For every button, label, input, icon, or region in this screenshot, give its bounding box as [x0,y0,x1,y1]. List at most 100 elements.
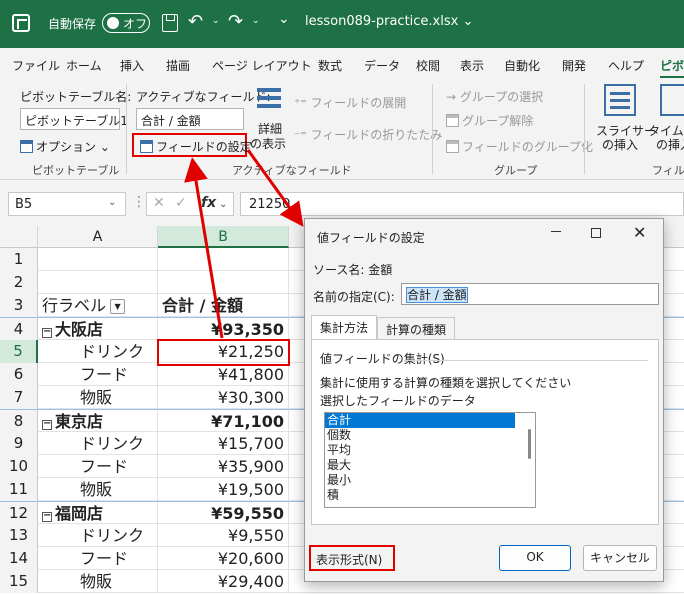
ungroup-button[interactable]: グループ解除 [446,112,533,129]
select-all-corner[interactable] [0,226,38,248]
row-header[interactable]: 6 [0,363,38,386]
row-header[interactable]: 10 [0,455,38,478]
tab-help[interactable]: ヘルプ [608,57,644,74]
cell-b[interactable]: ¥19,500 [158,478,289,501]
cell-b[interactable]: ¥15,700 [158,432,289,455]
maximize-icon[interactable] [591,228,601,238]
cell-b[interactable]: ¥29,400 [158,570,289,593]
cancel-button[interactable]: キャンセル [583,545,657,571]
row-header[interactable]: 14 [0,547,38,570]
tab-summarize-by[interactable]: 集計方法 [311,315,378,339]
show-detail-label-2[interactable]: の表示 [250,135,286,152]
list-item[interactable]: 個数 [325,428,535,443]
row-header[interactable]: 1 [0,248,38,271]
cell-b[interactable]: ¥93,350 [158,318,289,341]
list-item[interactable]: 積 [325,488,535,503]
row-header[interactable]: 8 [0,410,38,433]
row-header[interactable]: 12 [0,502,38,525]
collapse-icon[interactable]: − [42,419,52,430]
active-field-input[interactable]: 合計 / 金額 [136,108,244,130]
number-format-button[interactable]: 表示形式(N) [309,545,395,571]
cell-b[interactable] [158,248,289,271]
cell-b[interactable]: ¥71,100 [158,410,289,433]
cell-a[interactable]: − 大阪店 [38,318,158,341]
cell-b[interactable]: ¥30,300 [158,386,289,409]
collapse-icon[interactable]: − [42,327,52,338]
row-header[interactable]: 15 [0,570,38,593]
cell-a[interactable]: − 福岡店 [38,502,158,525]
insert-function-icon[interactable]: fx [201,195,216,211]
redo-icon[interactable]: ↷ [228,11,243,32]
function-list[interactable]: 合計 個数 平均 最大 最小 積 [324,412,536,508]
cell-a[interactable]: 物販 [38,570,158,593]
cell-a[interactable]: フード [38,455,158,478]
tab-home[interactable]: ホーム [66,57,102,74]
group-selection-button[interactable]: → グループの選択 [446,88,543,105]
undo-icon[interactable]: ↶ [188,11,203,32]
tab-view[interactable]: 表示 [460,57,484,74]
show-detail-icon[interactable] [257,86,281,116]
collapse-icon[interactable]: − [42,511,52,522]
collapse-field-button[interactable]: ⁻⁼ フィールドの折りたたみ [294,126,442,143]
row-header[interactable]: 9 [0,432,38,455]
list-item[interactable]: 最小 [325,473,535,488]
tab-draw[interactable]: 描画 [166,57,190,74]
cell-b[interactable]: ¥59,550 [158,502,289,525]
cell-b[interactable]: ¥9,550 [158,524,289,547]
cell-b[interactable]: ¥20,600 [158,547,289,570]
chevron-down-icon[interactable]: ⌄ [252,16,260,26]
list-item[interactable]: 最大 [325,458,535,473]
cell-a[interactable]: フード [38,363,158,386]
cell-a[interactable] [38,271,158,294]
cancel-icon[interactable]: ✕ [153,195,165,211]
custom-name-input[interactable]: 合計 / 金額 [401,283,659,305]
column-header-b[interactable]: B [158,226,289,248]
chevron-down-icon[interactable]: ⌄ [108,197,116,208]
tab-insert[interactable]: 挿入 [120,57,144,74]
row-header[interactable]: 5 [0,340,38,363]
cell-a[interactable]: 物販 [38,478,158,501]
cell-a[interactable]: ドリンク [38,524,158,547]
pivot-name-input[interactable]: ピボットテーブル1 [20,108,128,130]
list-scrollbar[interactable] [528,429,531,459]
group-field-button[interactable]: フィールドのグループ化 [446,138,593,155]
expand-field-button[interactable]: ⁺⁼ フィールドの展開 [294,94,406,111]
cell-a[interactable]: フード [38,547,158,570]
cell-b[interactable]: ¥41,800 [158,363,289,386]
cell-b[interactable]: ¥35,900 [158,455,289,478]
autosave-toggle[interactable]: オフ [102,13,150,33]
row-header[interactable]: 11 [0,478,38,501]
row-header[interactable]: 3 [0,294,38,317]
tab-file[interactable]: ファイル [12,57,60,74]
timeline-icon[interactable] [660,84,684,116]
cell-a[interactable]: 物販 [38,386,158,409]
tab-review[interactable]: 校閲 [416,57,440,74]
cell-a[interactable] [38,248,158,271]
insert-slicer-label-2[interactable]: の挿入 [602,136,638,153]
formula-input[interactable]: 21250 [240,192,684,216]
row-header[interactable]: 7 [0,386,38,409]
tab-show-values-as[interactable]: 計算の種類 [377,317,456,339]
slicer-icon[interactable] [604,84,636,116]
cell-b[interactable] [158,271,289,294]
cell-a[interactable]: ドリンク [38,432,158,455]
field-settings-button[interactable]: フィールドの設定 [132,133,252,157]
cell-a[interactable]: ドリンク [38,340,158,363]
close-icon[interactable]: ✕ [633,223,646,242]
list-item[interactable]: 平均 [325,443,535,458]
options-button[interactable]: オプション ⌄ [20,138,110,155]
insert-timeline-label-2[interactable]: の挿入 [656,136,684,153]
tab-pivottable-analyze[interactable]: ピボ [660,57,684,79]
row-header[interactable]: 13 [0,524,38,547]
tab-developer[interactable]: 開発 [562,57,586,74]
save-icon[interactable] [162,14,178,32]
quick-access-more-icon[interactable]: ⌄ [278,11,290,27]
list-item[interactable]: 合計 [325,413,515,428]
cell-b[interactable]: 合計 / 金額 [158,294,289,317]
tab-automate[interactable]: 自動化 [504,57,540,74]
chevron-down-icon[interactable]: ⌄ [219,199,227,210]
row-header[interactable]: 2 [0,271,38,294]
tab-data[interactable]: データ [364,57,400,74]
tab-page-layout[interactable]: ページ レイアウト [212,57,312,74]
file-name[interactable]: lesson089-practice.xlsx ⌄ [305,14,473,29]
